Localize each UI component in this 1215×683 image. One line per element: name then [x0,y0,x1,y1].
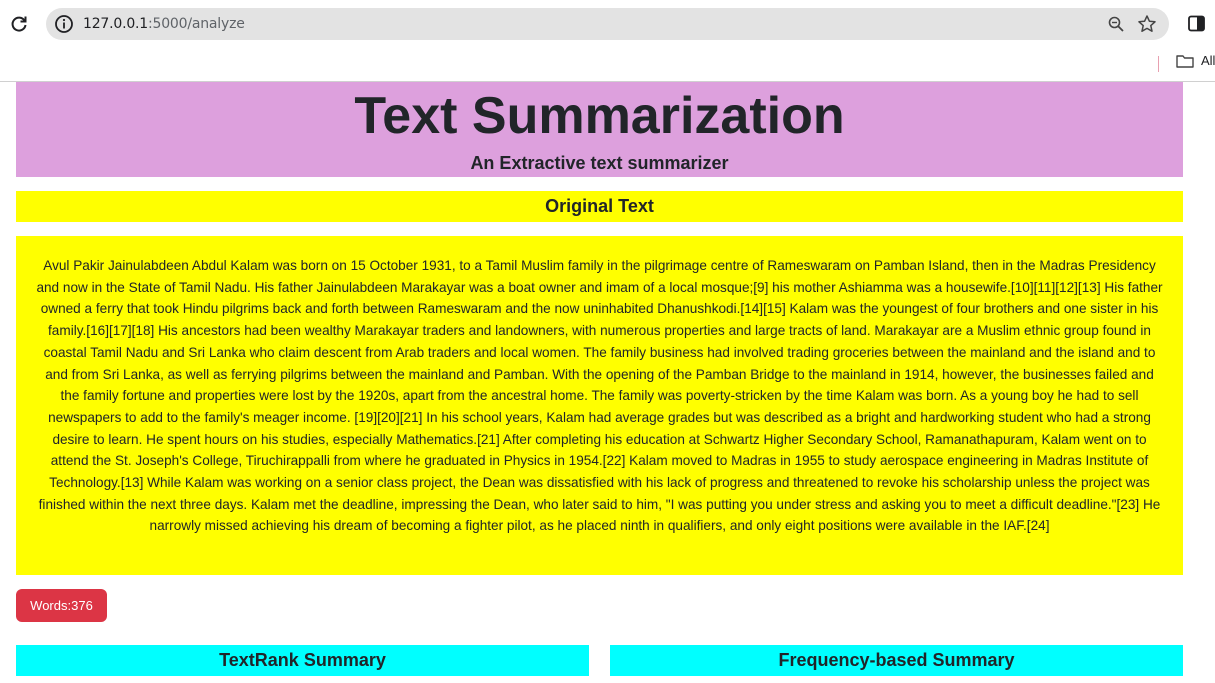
browser-toolbar: 127.0.0.1:5000/analyze [0,0,1215,48]
original-text-heading: Original Text [16,191,1183,222]
zoom-icon[interactable] [1108,16,1124,32]
word-count-button[interactable]: Words:376 [16,589,107,622]
address-bar[interactable]: 127.0.0.1:5000/analyze [46,8,1169,40]
page-subtitle: An Extractive text summarizer [470,153,729,173]
all-bookmarks-label[interactable]: All [1201,53,1215,68]
textrank-summary-heading: TextRank Summary [16,645,589,676]
side-panel-icon[interactable] [1188,15,1205,32]
page-header: Text Summarization An Extractive text su… [16,82,1183,177]
site-info-icon[interactable] [54,14,74,34]
folder-icon[interactable] [1176,54,1194,68]
bookmark-star-icon[interactable] [1137,14,1157,34]
page-title: Text Summarization [354,87,845,145]
url-text[interactable]: 127.0.0.1:5000/analyze [83,16,245,32]
bookmarks-divider [1158,56,1159,72]
frequency-summary-heading: Frequency-based Summary [610,645,1183,676]
url-path: :5000/analyze [148,16,245,32]
bookmarks-bar: All [0,48,1215,82]
original-text-body: Avul Pakir Jainulabdeen Abdul Kalam was … [16,236,1183,575]
url-host: 127.0.0.1 [83,16,148,32]
reload-icon[interactable] [9,14,29,34]
